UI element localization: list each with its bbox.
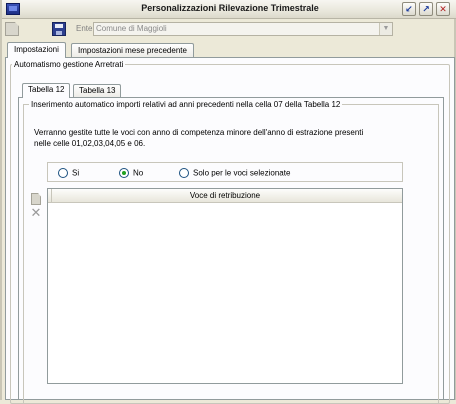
window: Personalizzazioni Rilevazione Trimestral… [0,0,456,404]
automatismo-group-label: Automatismo gestione Arretrati [12,60,126,69]
radio-si[interactable]: Si [58,167,79,179]
radio-no[interactable]: No [119,167,143,179]
tab-tabella-13[interactable]: Tabella 13 [73,84,122,98]
new-document-icon[interactable] [5,22,19,36]
ente-select-value: Comune di Maggioli [96,24,167,33]
radio-no-label: No [133,168,144,178]
grid-row-selector-header [48,189,52,202]
close-button[interactable]: ✕ [436,2,450,16]
radio-no-indicator[interactable] [119,167,129,178]
toolbar: Ente Comune di Maggioli ▼ [2,19,456,39]
add-row-icon[interactable] [31,193,41,205]
grid-header: Voce di retribuzione [48,189,402,203]
tab-impostazioni-mese-precedente[interactable]: Impostazioni mese precedente [71,43,194,58]
radio-si-indicator[interactable] [58,167,68,178]
window-title: Personalizzazioni Rilevazione Trimestral… [141,3,319,13]
description-line-2: nelle celle 01,02,03,04,05 e 06. [34,139,146,148]
save-icon[interactable] [52,22,66,36]
radio-solo-voci-selezionate[interactable]: Solo per le voci selezionate [179,167,290,179]
radio-solo-indicator[interactable] [179,167,189,178]
voci-grid[interactable]: Voce di retribuzione [47,188,403,384]
arretrati-radio-group: Si No Solo per le voci selezionate [47,162,403,182]
delete-row-icon[interactable]: ✕ [29,206,43,220]
radio-solo-label: Solo per le voci selezionate [193,168,291,178]
ente-label: Ente [76,24,93,33]
maximize-button[interactable]: ↗ [419,2,433,16]
column-header-voce-di-retribuzione[interactable]: Voce di retribuzione [190,191,260,200]
chevron-down-icon[interactable]: ▼ [379,23,392,35]
tab-impostazioni[interactable]: Impostazioni [7,42,66,58]
description-text: Verranno gestite tutte le voci con anno … [34,127,454,149]
tab-tabella-12[interactable]: Tabella 12 [22,83,71,98]
description-line-1: Verranno gestite tutte le voci con anno … [34,128,364,137]
minimize-button[interactable]: ↙ [402,2,416,16]
inserimento-group-label: Inserimento automatico importi relativi … [29,100,343,109]
ente-select[interactable]: Comune di Maggioli ▼ [93,22,393,36]
title-bar[interactable]: Personalizzazioni Rilevazione Trimestral… [2,0,456,19]
radio-si-label: Si [72,168,80,178]
